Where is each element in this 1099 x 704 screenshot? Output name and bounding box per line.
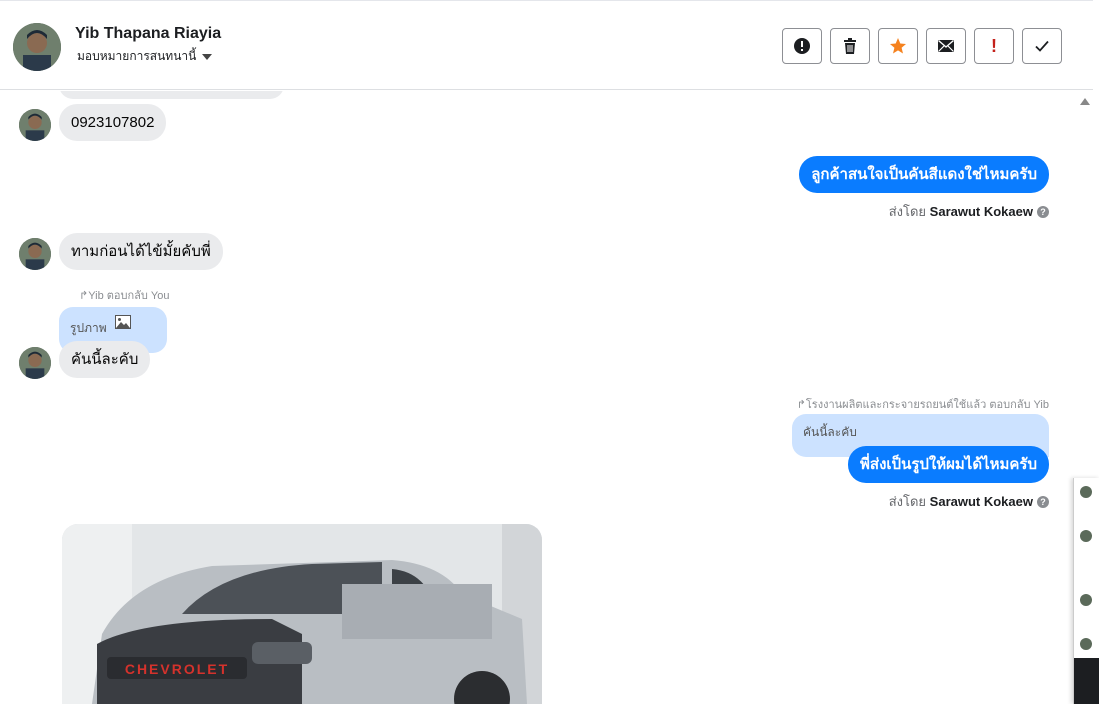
image-icon	[115, 315, 131, 329]
mark-unread-button[interactable]	[926, 28, 966, 64]
truck-photo: CHEVROLET	[62, 524, 542, 704]
sent-by-prefix: ส่งโดย	[888, 494, 927, 509]
outgoing-message[interactable]: ลูกค้าสนใจเป็นคันสีแดงใช่ไหมครับ	[799, 156, 1049, 193]
caret-down-icon	[202, 53, 213, 60]
incoming-message[interactable]: ทามก่อนได้ไข้มั้ยคับพี่	[59, 233, 223, 270]
sent-by-name: Sarawut Kokaew	[929, 494, 1033, 509]
help-icon[interactable]: ?	[1037, 496, 1049, 508]
scroll-up-arrow-icon[interactable]	[1080, 98, 1090, 105]
outgoing-message[interactable]: พี่ส่งเป็นรูปให้ผมได้ไหมครับ	[848, 446, 1049, 483]
done-button[interactable]	[1022, 28, 1062, 64]
reply-arrow-icon: ↱	[796, 399, 806, 411]
incoming-message[interactable]: คันนี้ละคับ	[59, 341, 151, 378]
check-icon	[1035, 40, 1049, 52]
reply-indicator-text: โรงงานผลิตและกระจายรถยนต์ใช้แล้ว ตอบกลับ…	[805, 399, 1049, 411]
reply-indicator: ↱โรงงานผลิตและกระจายรถยนต์ใช้แล้ว ตอบกลั…	[797, 395, 1049, 413]
panel-avatar[interactable]	[1080, 486, 1092, 498]
panel-avatar[interactable]	[1080, 638, 1092, 650]
star-icon	[890, 38, 906, 54]
contact-name: Yib Thapana Riayia	[75, 25, 222, 42]
priority-button[interactable]: !	[974, 28, 1014, 64]
image-attachment[interactable]: CHEVROLET	[62, 524, 542, 704]
help-icon[interactable]: ?	[1037, 206, 1049, 218]
reply-indicator: ↱Yib ตอบกลับ You	[79, 286, 170, 304]
grille-brand-text: CHEVROLET	[125, 661, 229, 677]
trash-icon	[844, 38, 856, 54]
panel-avatar[interactable]	[1080, 594, 1092, 606]
side-conversation-panel[interactable]	[1073, 478, 1099, 704]
assign-conversation-dropdown[interactable]: มอบหมายการสนทนานี้	[77, 47, 213, 66]
sent-by-label: ส่งโดย Sarawut Kokaew?	[889, 491, 1049, 512]
star-button[interactable]	[878, 28, 918, 64]
reply-arrow-icon: ↱	[79, 290, 89, 302]
delete-button[interactable]	[830, 28, 870, 64]
sender-avatar	[19, 238, 51, 270]
sender-avatar	[19, 347, 51, 379]
incoming-message[interactable]: 0923107802	[59, 104, 167, 141]
sent-by-prefix: ส่งโดย	[888, 204, 927, 219]
conversation-actions: !	[782, 28, 1062, 64]
spam-button[interactable]	[782, 28, 822, 64]
conversation-header: Yib Thapana Riayia มอบหมายการสนทนานี้ !	[0, 0, 1093, 90]
assign-label: มอบหมายการสนทนานี้	[77, 49, 197, 63]
sent-by-label: ส่งโดย Sarawut Kokaew?	[889, 201, 1049, 222]
quoted-text: คันนี้ละคับ	[803, 425, 857, 439]
envelope-icon	[938, 39, 954, 52]
exclamation-icon: !	[991, 35, 997, 56]
reply-indicator-text: Yib ตอบกลับ You	[88, 290, 170, 302]
alert-circle-icon	[794, 38, 810, 54]
contact-avatar[interactable]	[13, 23, 61, 71]
panel-avatar[interactable]	[1080, 530, 1092, 542]
partial-message-bubble	[59, 91, 284, 99]
quoted-text: รูปภาพ	[70, 321, 107, 335]
sent-by-name: Sarawut Kokaew	[929, 204, 1033, 219]
panel-footer	[1074, 658, 1099, 704]
sender-avatar	[19, 109, 51, 141]
